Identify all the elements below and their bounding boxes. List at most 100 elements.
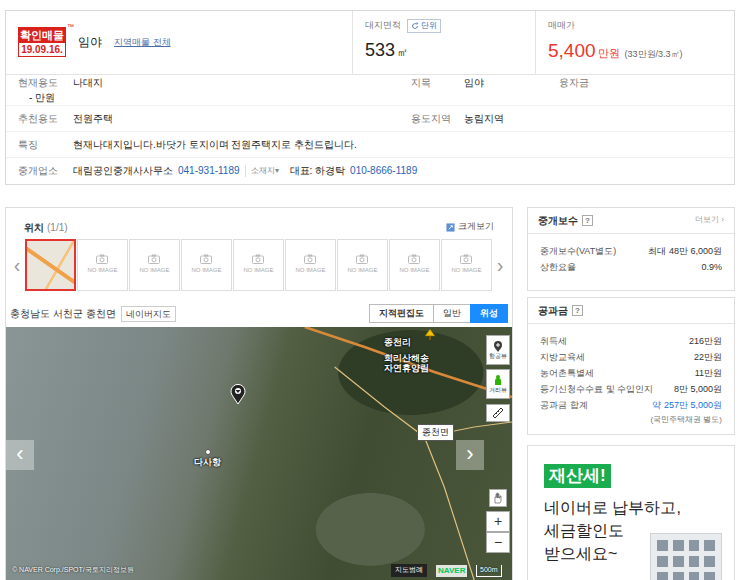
tax-label: 지방교육세 <box>540 351 585 365</box>
map-type-button[interactable]: 지적편집도 <box>369 304 434 323</box>
naver-map-button[interactable]: 네이버지도 <box>121 306 176 322</box>
zoom-in-button[interactable]: + <box>486 511 510 532</box>
help-button[interactable]: ? <box>572 305 583 316</box>
thumbnail[interactable] <box>25 239 76 291</box>
tax-value: 216만원 <box>689 335 722 349</box>
thumbnail[interactable]: NO IMAGE <box>389 239 440 291</box>
map-legend-button[interactable]: 지도범례 <box>391 564 427 577</box>
area-cell: 대지면적단위 533㎡ <box>353 11 536 74</box>
map-next-button[interactable]: › <box>456 440 484 470</box>
detail-section: 위치(1/1)크게보기‹NO IMAGENO IMAGENO IMAGENO I… <box>5 207 735 580</box>
detail-value: 현재나대지입니다.바닷가 토지이며 전원주택지로 추천드립니다. <box>73 137 722 152</box>
detail-label: 융자금 <box>559 75 722 90</box>
price-per-area: (33만원/3.3㎡) <box>625 48 683 62</box>
tax-row: 공과금 합계약 257만 5,000원 <box>540 398 722 414</box>
tax-label: 농어촌특별세 <box>540 367 594 381</box>
building-icon <box>650 533 722 580</box>
thumbnail[interactable]: NO IMAGE <box>337 239 388 291</box>
thumbnail[interactable]: NO IMAGE <box>181 239 232 291</box>
area-listings-link[interactable]: 지역매물 전체 <box>114 36 171 50</box>
street-view-button[interactable]: 거리뷰 <box>486 369 510 399</box>
next-thumbs-button[interactable]: › <box>493 255 507 275</box>
enlarge-button[interactable]: 크게보기 <box>446 220 494 234</box>
map-prev-button[interactable]: ‹ <box>6 440 34 470</box>
camera-icon <box>460 254 472 264</box>
address-text: 충청남도 서천군 종천면 <box>10 306 116 321</box>
tax-row: 농어촌특별세 11만원 <box>540 366 722 382</box>
detail-label: 추천용도 <box>18 111 73 126</box>
no-image-placeholder: NO IMAGE <box>243 254 273 275</box>
thumbnail[interactable]: NO IMAGE <box>77 239 128 291</box>
location-title-text: 위치 <box>24 222 44 233</box>
location-header: 위치(1/1)크게보기 <box>6 208 512 235</box>
taxes-title-text: 공과금 <box>538 303 568 318</box>
detail-label: 용도지역 <box>411 111 464 126</box>
agency-info: 대림공인중개사사무소041-931-1189소재지▾대표: 하경탁010-866… <box>73 163 722 178</box>
detail-label: 특징 <box>18 137 73 152</box>
camera-icon <box>252 254 264 264</box>
street-label: 거리뷰 <box>489 387 507 393</box>
side-column: 중개보수?더보기 ›중개보수(VAT별도)최대 48만 6,000원상한요율0.… <box>527 207 735 580</box>
enlarge-icon <box>446 223 455 232</box>
building-window <box>704 540 715 551</box>
building-window <box>704 556 715 567</box>
tax-ad-banner[interactable]: 재산세!네이버로 납부하고,세금할인도받으세요~ <box>527 445 735 580</box>
no-image-placeholder: NO IMAGE <box>295 254 325 275</box>
map-type-button[interactable]: 위성 <box>470 304 508 323</box>
map-copyright: © NAVER Corp./SPOT/국토지리정보원 <box>12 565 134 576</box>
ad-text: 네이버로 납부하고,세금할인도받으세요~ <box>544 496 718 565</box>
detail-value: 농림지역 <box>464 111 559 126</box>
building-window <box>657 556 668 567</box>
help-button[interactable]: ? <box>582 215 593 226</box>
agency-phone[interactable]: 041-931-1189 <box>178 163 240 178</box>
zoom-out-button[interactable]: − <box>486 532 510 553</box>
representative-phone[interactable]: 010-8666-1189 <box>350 163 417 178</box>
tax-row: 등기신청수수료 및 수입인지8만 5,000원 <box>540 382 722 398</box>
building-window <box>657 540 668 551</box>
building-window <box>657 572 668 580</box>
taxes-title: 공과금? <box>538 303 583 318</box>
no-image-placeholder: NO IMAGE <box>139 254 169 275</box>
tax-value: 11만원 <box>695 367 722 381</box>
aerial-label: 항공뷰 <box>489 353 507 359</box>
aerial-view-button[interactable]: 항공뷰 <box>486 335 510 365</box>
satellite-map[interactable]: 종천리희리산해송 자연휴양림다사항종천면항공뷰거리뷰+−‹›© NAVER Co… <box>6 327 512 580</box>
thumbnail[interactable]: NO IMAGE <box>441 239 492 291</box>
tax-label: 등기신청수수료 및 수입인지 <box>540 383 653 397</box>
map-label: 희리산해송 자연휴양림 <box>378 353 434 375</box>
map-thumbnail <box>27 241 74 289</box>
area-value: 533 <box>365 37 395 64</box>
building-window <box>704 572 715 580</box>
no-image-label: NO IMAGE <box>191 266 221 275</box>
listing-header: 확인매물19.09.16.™임야지역매물 전체대지면적단위533㎡매매가5,40… <box>6 11 734 75</box>
thumbnail[interactable]: NO IMAGE <box>129 239 180 291</box>
location-dropdown[interactable]: 소재지▾ <box>245 165 279 177</box>
ad-line: 받으세요~ <box>544 542 718 565</box>
area-label-row: 대지면적단위 <box>365 19 523 33</box>
thumbnail[interactable]: NO IMAGE <box>285 239 336 291</box>
thumbnail[interactable]: NO IMAGE <box>233 239 284 291</box>
ad-line: 세금할인도 <box>544 519 718 542</box>
tax-note: (국민주택채권 별도) <box>540 414 722 428</box>
prev-thumbs-button[interactable]: ‹ <box>10 255 24 275</box>
brokerage-fee-title-text: 중개보수 <box>538 213 578 228</box>
no-image-label: NO IMAGE <box>243 266 273 275</box>
detail-row: 추천용도전원주택용도지역농림지역 <box>6 106 734 132</box>
taxes-box: 공과금?취득세216만원지방교육세22만원농어촌특별세11만원등기신청수수료 및… <box>527 297 735 435</box>
distance-button[interactable] <box>486 404 510 422</box>
verified-badge: 확인매물19.09.16.™ <box>18 27 66 57</box>
no-image-placeholder: NO IMAGE <box>347 254 377 275</box>
unit-button[interactable]: 단위 <box>407 19 441 33</box>
fee-value: 최대 48만 6,000원 <box>648 245 722 259</box>
map-type-switch: 지적편집도일반위성 <box>369 304 508 323</box>
map-type-button[interactable]: 일반 <box>433 304 471 323</box>
building-window <box>673 556 684 567</box>
verified-date: 19.09.16. <box>19 43 65 57</box>
camera-icon <box>148 254 160 264</box>
fee-row: 상한요율0.9% <box>540 260 722 276</box>
more-link[interactable]: 더보기 › <box>695 214 724 226</box>
area-unit: ㎡ <box>397 44 408 61</box>
pan-button[interactable] <box>489 489 507 507</box>
tree-icon <box>424 329 436 341</box>
aerial-icon <box>492 340 504 352</box>
